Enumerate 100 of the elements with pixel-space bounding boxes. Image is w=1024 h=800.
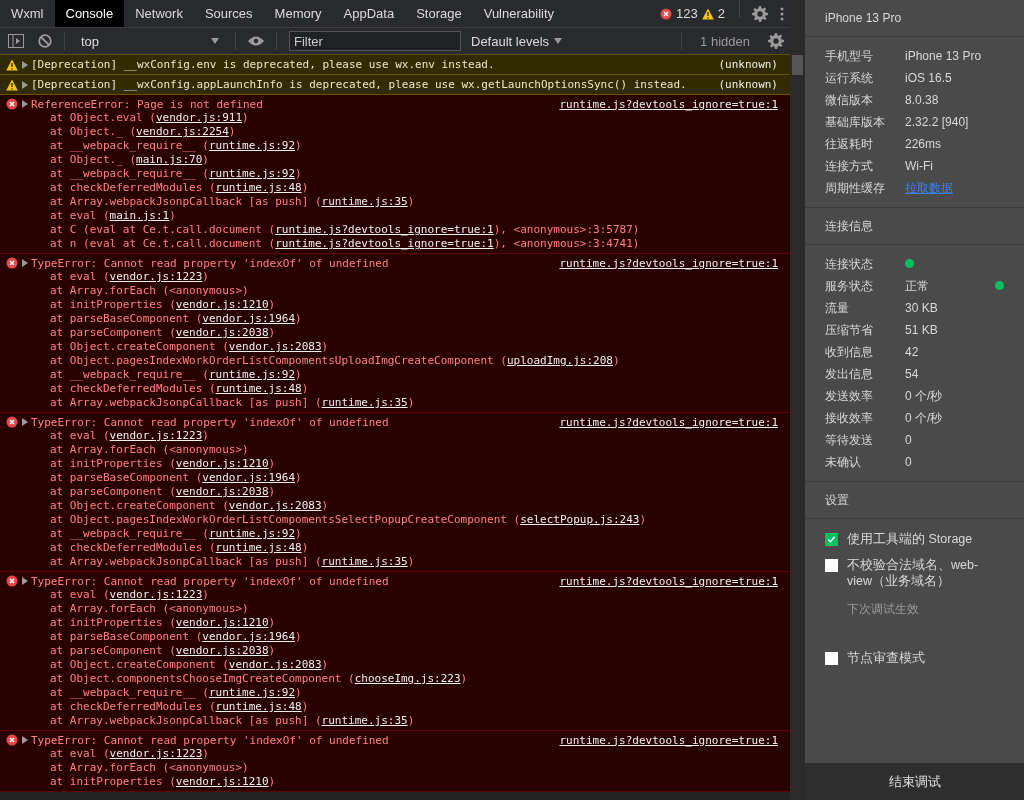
source-link[interactable]: vendor.js:1210 (175, 298, 269, 311)
checkbox[interactable] (825, 533, 838, 546)
info-label: 运行系统 (825, 69, 874, 87)
source-link[interactable]: runtime.js:48 (215, 700, 302, 713)
info-value: 226ms (905, 137, 943, 151)
info-value: iPhone 13 Pro (905, 49, 983, 63)
source-link[interactable]: runtime.js:35 (321, 396, 408, 409)
source-link[interactable]: runtime.js:92 (208, 368, 296, 381)
filter-field[interactable]: Filter (289, 31, 461, 51)
source-link[interactable]: runtime.js:35 (321, 195, 408, 208)
info-value: 正常 (905, 277, 930, 295)
source-link[interactable]: runtime.js:35 (321, 555, 408, 568)
info-value: 42 (905, 345, 920, 359)
source-link[interactable]: vendor.js:2083 (228, 499, 322, 512)
info-value: 51 KB (905, 323, 939, 337)
caret-icon (554, 37, 563, 45)
checkbox[interactable] (825, 652, 838, 665)
stack-frame: at checkDeferredModules (runtime.js:48) (0, 541, 778, 555)
source-link[interactable]: runtime.js?devtools_ignore=true:1 (559, 415, 778, 429)
source-link[interactable]: vendor.js:1964 (202, 312, 296, 325)
settings-icon[interactable] (768, 33, 784, 49)
stack-frame: at initProperties (vendor.js:1210) (0, 775, 778, 789)
source-link[interactable]: main.js:1 (109, 209, 170, 222)
stack-frame: at Array.webpackJsonpCallback [as push] (runtime.js:35) (0, 396, 778, 410)
stack-frame: at initProperties (vendor.js:1210) (0, 298, 778, 312)
eye-icon[interactable] (248, 36, 264, 46)
expand-icon[interactable] (22, 577, 28, 585)
source-link[interactable]: vendor.js:911 (155, 111, 243, 124)
source-link[interactable]: runtime.js:48 (215, 181, 302, 194)
info-label: 收到信息 (825, 343, 874, 361)
sidebar-toggle-icon[interactable] (8, 34, 24, 48)
source-link[interactable]: vendor.js:1223 (109, 270, 203, 283)
source-link[interactable]: runtime.js?devtools_ignore=true:1 (275, 223, 494, 236)
source-link[interactable]: runtime.js?devtools_ignore=true:1 (275, 237, 494, 250)
source-link[interactable]: runtime.js:48 (215, 541, 302, 554)
stack-frame: at parseBaseComponent (vendor.js:1964) (0, 471, 778, 485)
source-link[interactable]: runtime.js:48 (215, 382, 302, 395)
source-link[interactable]: main.js:70 (136, 153, 203, 166)
levels-dropdown[interactable]: Default levels (471, 33, 563, 49)
tab[interactable]: Storage (405, 0, 473, 27)
option-label: 不校验合法域名、web-view（业务域名） (847, 557, 980, 589)
source-link[interactable]: runtime.js?devtools_ignore=true:1 (559, 574, 778, 588)
scrollbar[interactable] (790, 0, 805, 800)
source-link[interactable]: vendor.js:1223 (109, 588, 203, 601)
expand-icon[interactable] (22, 100, 28, 108)
tab[interactable]: Vulnerability (472, 0, 566, 27)
clear-console-icon[interactable] (38, 34, 52, 48)
tab[interactable]: Network (124, 0, 194, 27)
source-link[interactable]: uploadImg.js:208 (506, 354, 613, 367)
source-link[interactable]: vendor.js:1964 (202, 630, 296, 643)
context-select[interactable]: top (77, 33, 223, 49)
info-label: 服务状态 (825, 277, 874, 295)
tab[interactable]: Memory (263, 0, 333, 27)
source-link[interactable]: vendor.js:1210 (175, 457, 269, 470)
source-link[interactable]: runtime.js:92 (208, 686, 296, 699)
source-link[interactable]: runtime.js:92 (208, 139, 296, 152)
source-link[interactable]: vendor.js:2038 (175, 485, 269, 498)
source-link[interactable]: vendor.js:1210 (175, 616, 269, 629)
stack-frame: at n (eval at Ce.t.call.document (runtime.js?devtools_ignore=true:1), <anonymous>:3:4741) (0, 237, 778, 251)
source-link[interactable]: vendor.js:1210 (175, 775, 269, 788)
more-icon[interactable] (780, 6, 784, 21)
checkbox[interactable] (825, 559, 838, 572)
expand-icon[interactable] (22, 259, 28, 267)
source-link[interactable]: runtime.js?devtools_ignore=true:1 (559, 733, 778, 747)
info-value: iOS 16.5 (905, 71, 953, 85)
expand-icon[interactable] (22, 418, 28, 426)
expand-icon[interactable] (22, 60, 28, 69)
source-link[interactable]: vendor.js:2254 (136, 125, 229, 138)
end-debug-button[interactable]: 结束调试 (805, 763, 1024, 800)
info-value: 0 个/秒 (905, 409, 944, 427)
source-link[interactable]: vendor.js:2038 (175, 644, 269, 657)
error-count[interactable]: 123 (676, 6, 698, 21)
expand-icon[interactable] (22, 736, 28, 744)
source-link[interactable]: vendor.js:2038 (175, 326, 269, 339)
source-link[interactable]: vendor.js:1964 (202, 471, 296, 484)
info-value: 54 (905, 367, 920, 381)
stack-frame: at Array.webpackJsonpCallback [as push] (runtime.js:35) (0, 195, 778, 209)
tab[interactable]: Sources (193, 0, 264, 27)
tab[interactable]: AppData (332, 0, 406, 27)
source-link[interactable]: chooseImg.js:223 (354, 672, 461, 685)
settings-icon[interactable] (752, 5, 768, 22)
source-link[interactable]: runtime.js?devtools_ignore=true:1 (559, 97, 778, 111)
tab[interactable]: Wxml (0, 0, 55, 27)
source-link[interactable]: runtime.js:35 (321, 714, 408, 727)
stack-frame: at parseBaseComponent (vendor.js:1964) (0, 630, 778, 644)
hidden-count: 1 hidden (699, 33, 751, 49)
warning-count[interactable]: 2 (717, 6, 725, 21)
tab[interactable]: Console (54, 0, 125, 27)
source-link[interactable]: selectPopup.js:243 (520, 513, 640, 526)
source-link[interactable]: runtime.js?devtools_ignore=true:1 (559, 256, 778, 270)
source-link[interactable]: vendor.js:1223 (109, 747, 203, 760)
source-link[interactable]: vendor.js:2083 (228, 658, 322, 671)
warning-icon (6, 58, 18, 71)
source-link[interactable]: vendor.js:1223 (109, 429, 203, 442)
expand-icon[interactable] (22, 80, 28, 89)
source-link[interactable]: runtime.js:92 (208, 167, 296, 180)
source-link[interactable]: vendor.js:2083 (228, 340, 322, 353)
section-title: 连接信息 (825, 217, 873, 235)
stack-frame: at Object.createComponent (vendor.js:2083) (0, 499, 778, 513)
source-link[interactable]: runtime.js:92 (208, 527, 296, 540)
